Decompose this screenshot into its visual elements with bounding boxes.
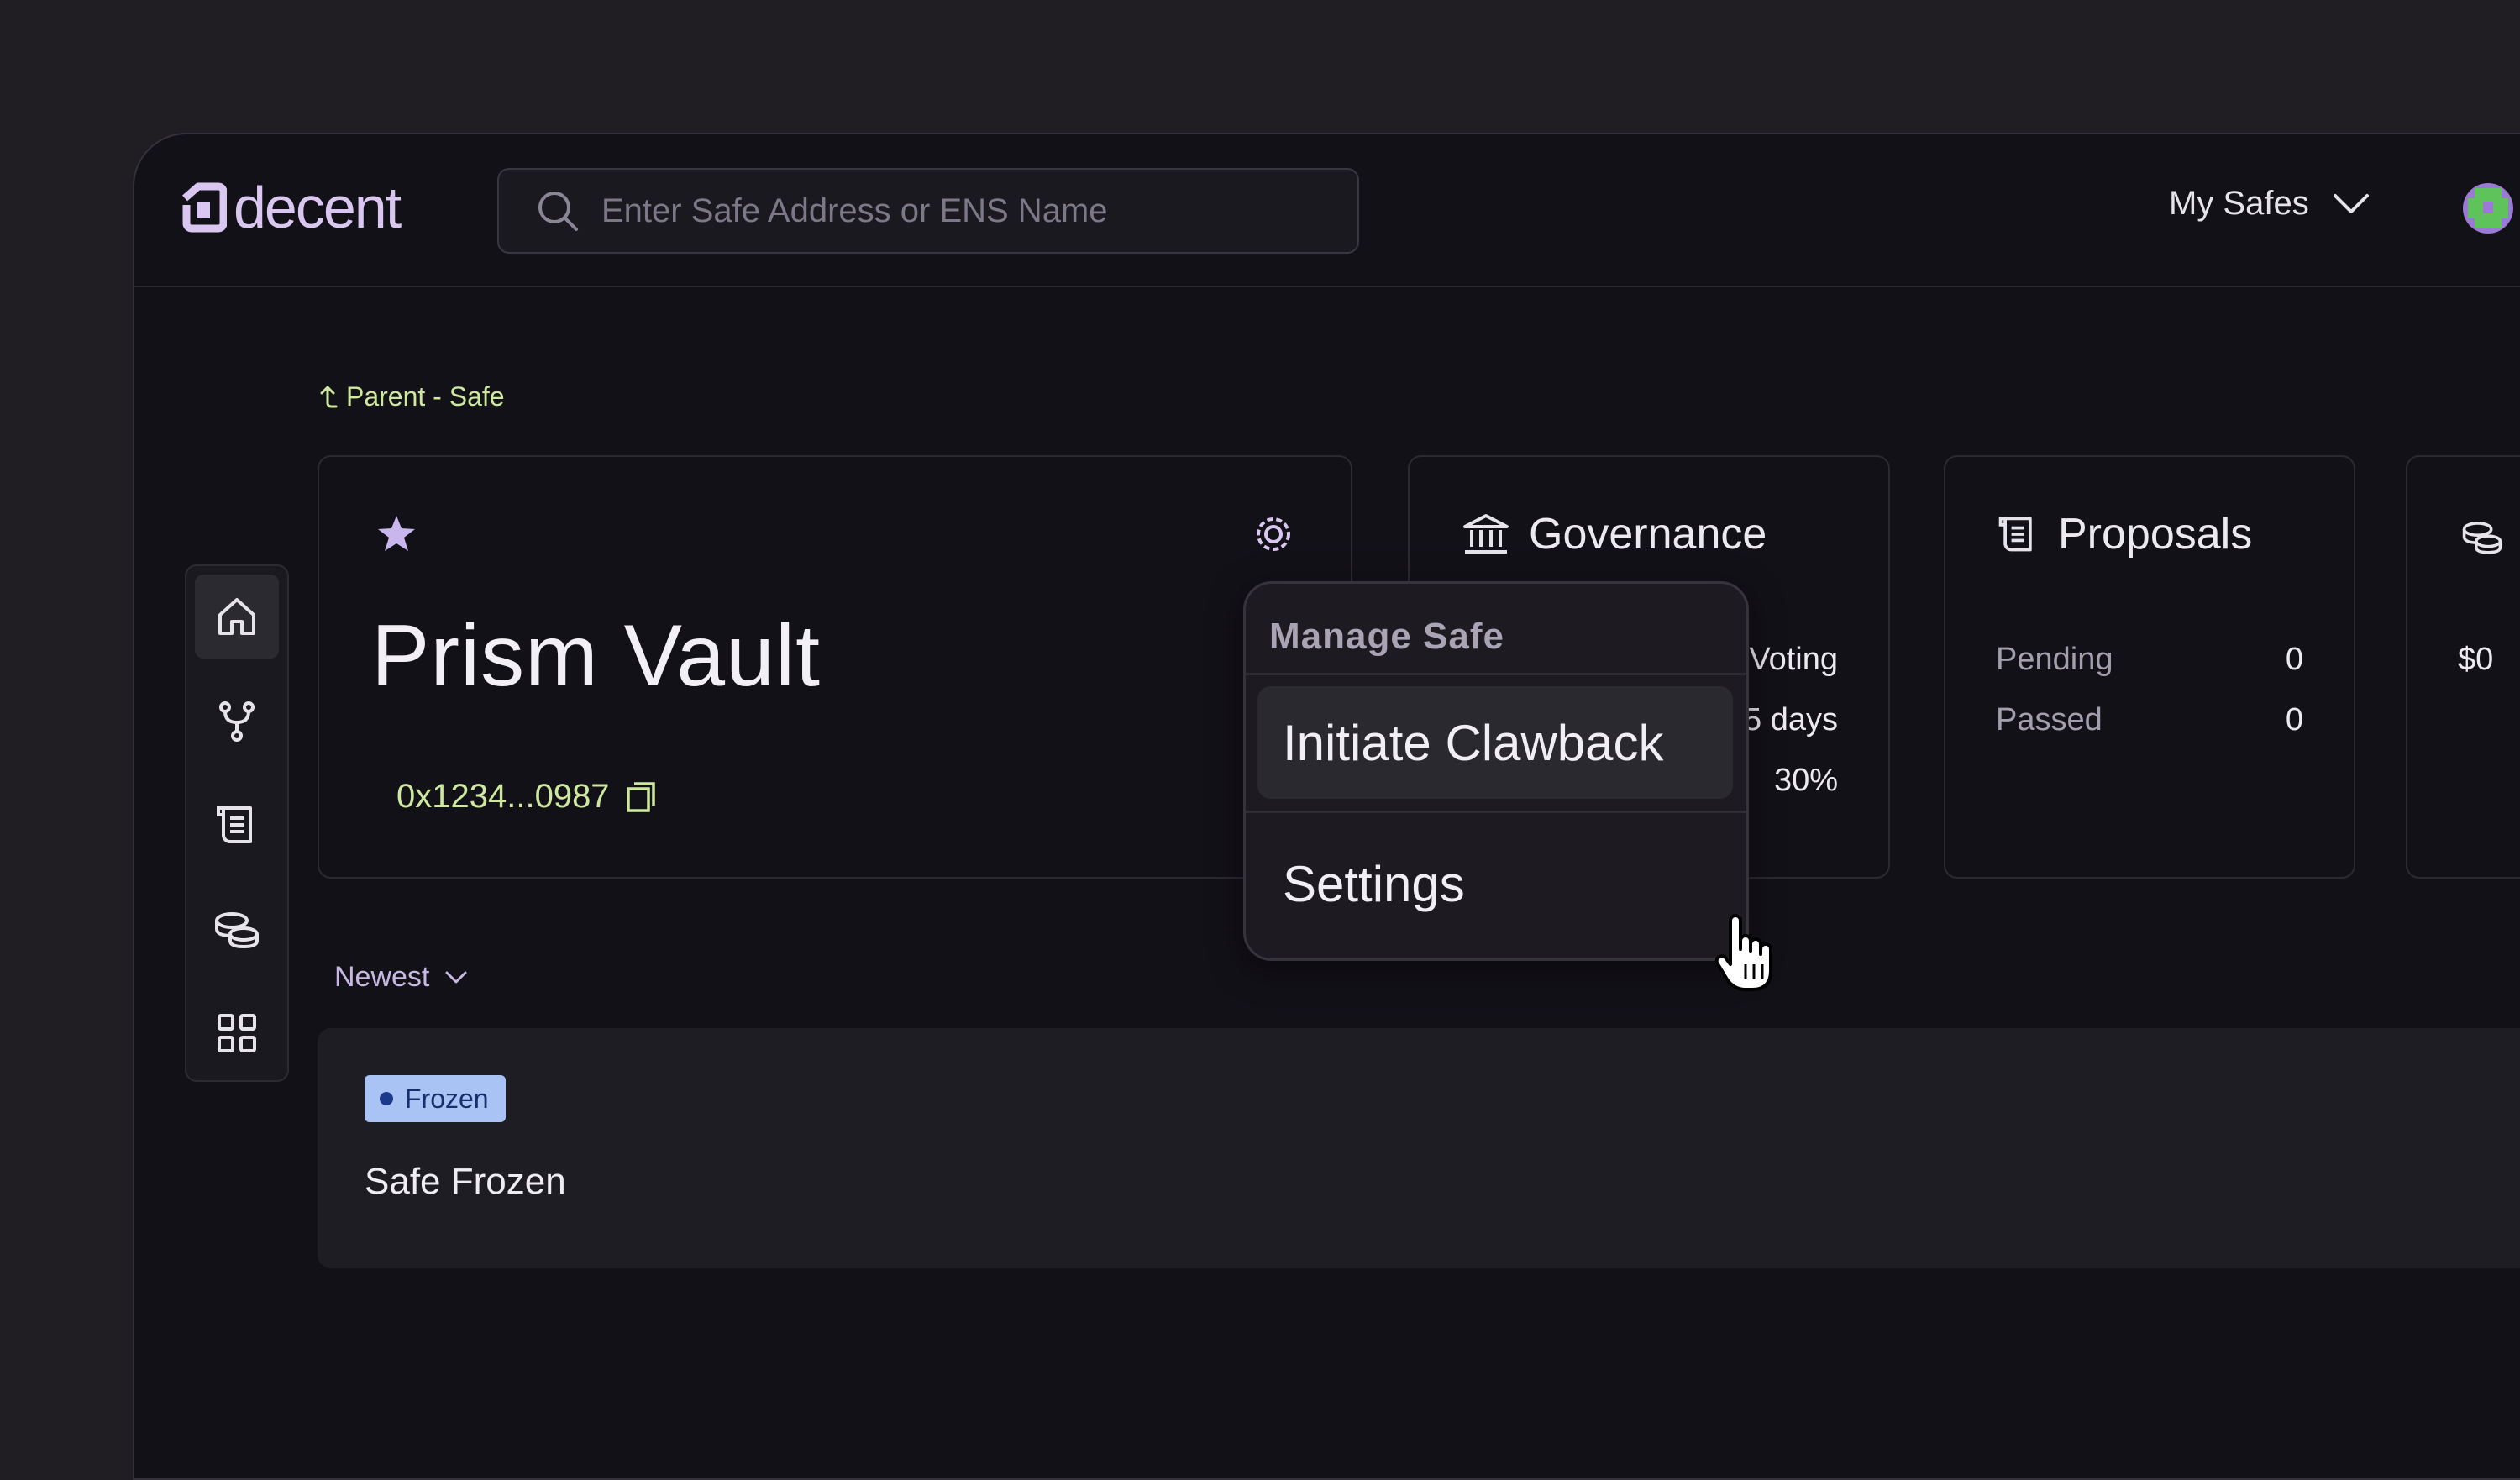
governance-period-value: 5 days <box>1744 702 1838 737</box>
chevron-down-icon <box>2333 193 2369 213</box>
governance-title: Governance <box>1529 510 1767 559</box>
side-nav <box>185 564 289 1082</box>
governance-type-value: Voting <box>1749 642 1838 677</box>
nav-treasury[interactable] <box>195 887 279 971</box>
passed-label: Passed <box>1996 702 2103 737</box>
governance-header: Governance <box>1462 509 1767 559</box>
bank-icon <box>1463 514 1509 554</box>
hierarchy-icon <box>219 701 255 742</box>
initiate-clawback-item[interactable]: Initiate Clawback <box>1257 686 1733 799</box>
breadcrumb[interactable]: Parent - Safe <box>319 381 505 412</box>
proposals-card: Proposals Pending 0 Passed 0 <box>1944 455 2355 879</box>
nav-proposals[interactable] <box>195 783 279 867</box>
dao-address[interactable]: 0x1234...0987 <box>396 778 657 816</box>
star-icon[interactable] <box>376 514 417 553</box>
search-input[interactable] <box>600 191 1326 231</box>
settings-item[interactable]: Settings <box>1257 827 1733 940</box>
hand-cursor-icon <box>1714 914 1772 991</box>
pending-label: Pending <box>1996 642 2113 677</box>
proposals-icon <box>217 806 252 843</box>
nav-home[interactable] <box>195 575 279 659</box>
breadcrumb-label: Parent - Safe <box>346 381 505 412</box>
governance-quorum-value: 30% <box>1773 763 1838 798</box>
copy-icon[interactable] <box>625 780 657 814</box>
arrow-up-left-icon <box>320 386 338 407</box>
menu-divider <box>1246 811 1746 813</box>
app-window: decent My Safes Parent - Safe <box>133 133 2520 1480</box>
proposals-icon <box>1998 517 2032 552</box>
search-icon <box>538 192 578 231</box>
apps-icon <box>218 1014 256 1052</box>
gear-icon[interactable] <box>1252 512 1295 556</box>
chevron-down-icon <box>445 971 467 983</box>
address-text: 0x1234...0987 <box>396 778 610 815</box>
treasury-value: $0 <box>2458 642 2494 677</box>
menu-heading: Manage Safe <box>1269 616 1504 657</box>
manage-safe-menu: Manage Safe Initiate Clawback Settings <box>1243 581 1749 961</box>
nav-apps[interactable] <box>195 991 279 1075</box>
logo[interactable]: decent <box>180 175 402 240</box>
passed-value: 0 <box>2285 702 2303 737</box>
home-icon <box>218 598 255 635</box>
proposals-header: Proposals <box>1996 509 2252 559</box>
dao-name: Prism Vault <box>371 607 821 705</box>
status-badge-label: Frozen <box>405 1083 489 1114</box>
treasury-icon <box>2462 522 2502 554</box>
sort-dropdown[interactable]: Newest <box>334 961 468 994</box>
brand-name: decent <box>234 175 402 240</box>
activity-title: Safe Frozen <box>365 1161 566 1202</box>
pending-value: 0 <box>2285 642 2303 677</box>
proposals-title: Proposals <box>2058 510 2253 559</box>
my-safes-dropdown[interactable]: My Safes <box>2169 185 2370 223</box>
decent-logo-icon <box>182 182 227 233</box>
status-badge: Frozen <box>365 1075 506 1122</box>
search-bar[interactable] <box>497 168 1359 254</box>
menu-divider <box>1246 673 1746 675</box>
treasury-icon <box>215 912 259 949</box>
nav-hierarchy[interactable] <box>195 679 279 763</box>
activity-card[interactable]: Frozen Safe Frozen <box>318 1028 2520 1268</box>
dao-info-card: Prism Vault 0x1234...0987 <box>318 455 1352 879</box>
my-safes-label: My Safes <box>2169 185 2309 222</box>
top-bar: decent My Safes <box>134 134 2520 287</box>
sort-label: Newest <box>334 961 430 993</box>
treasury-card: $0 <box>2406 455 2520 879</box>
status-dot <box>380 1092 393 1105</box>
avatar[interactable] <box>2463 183 2513 234</box>
